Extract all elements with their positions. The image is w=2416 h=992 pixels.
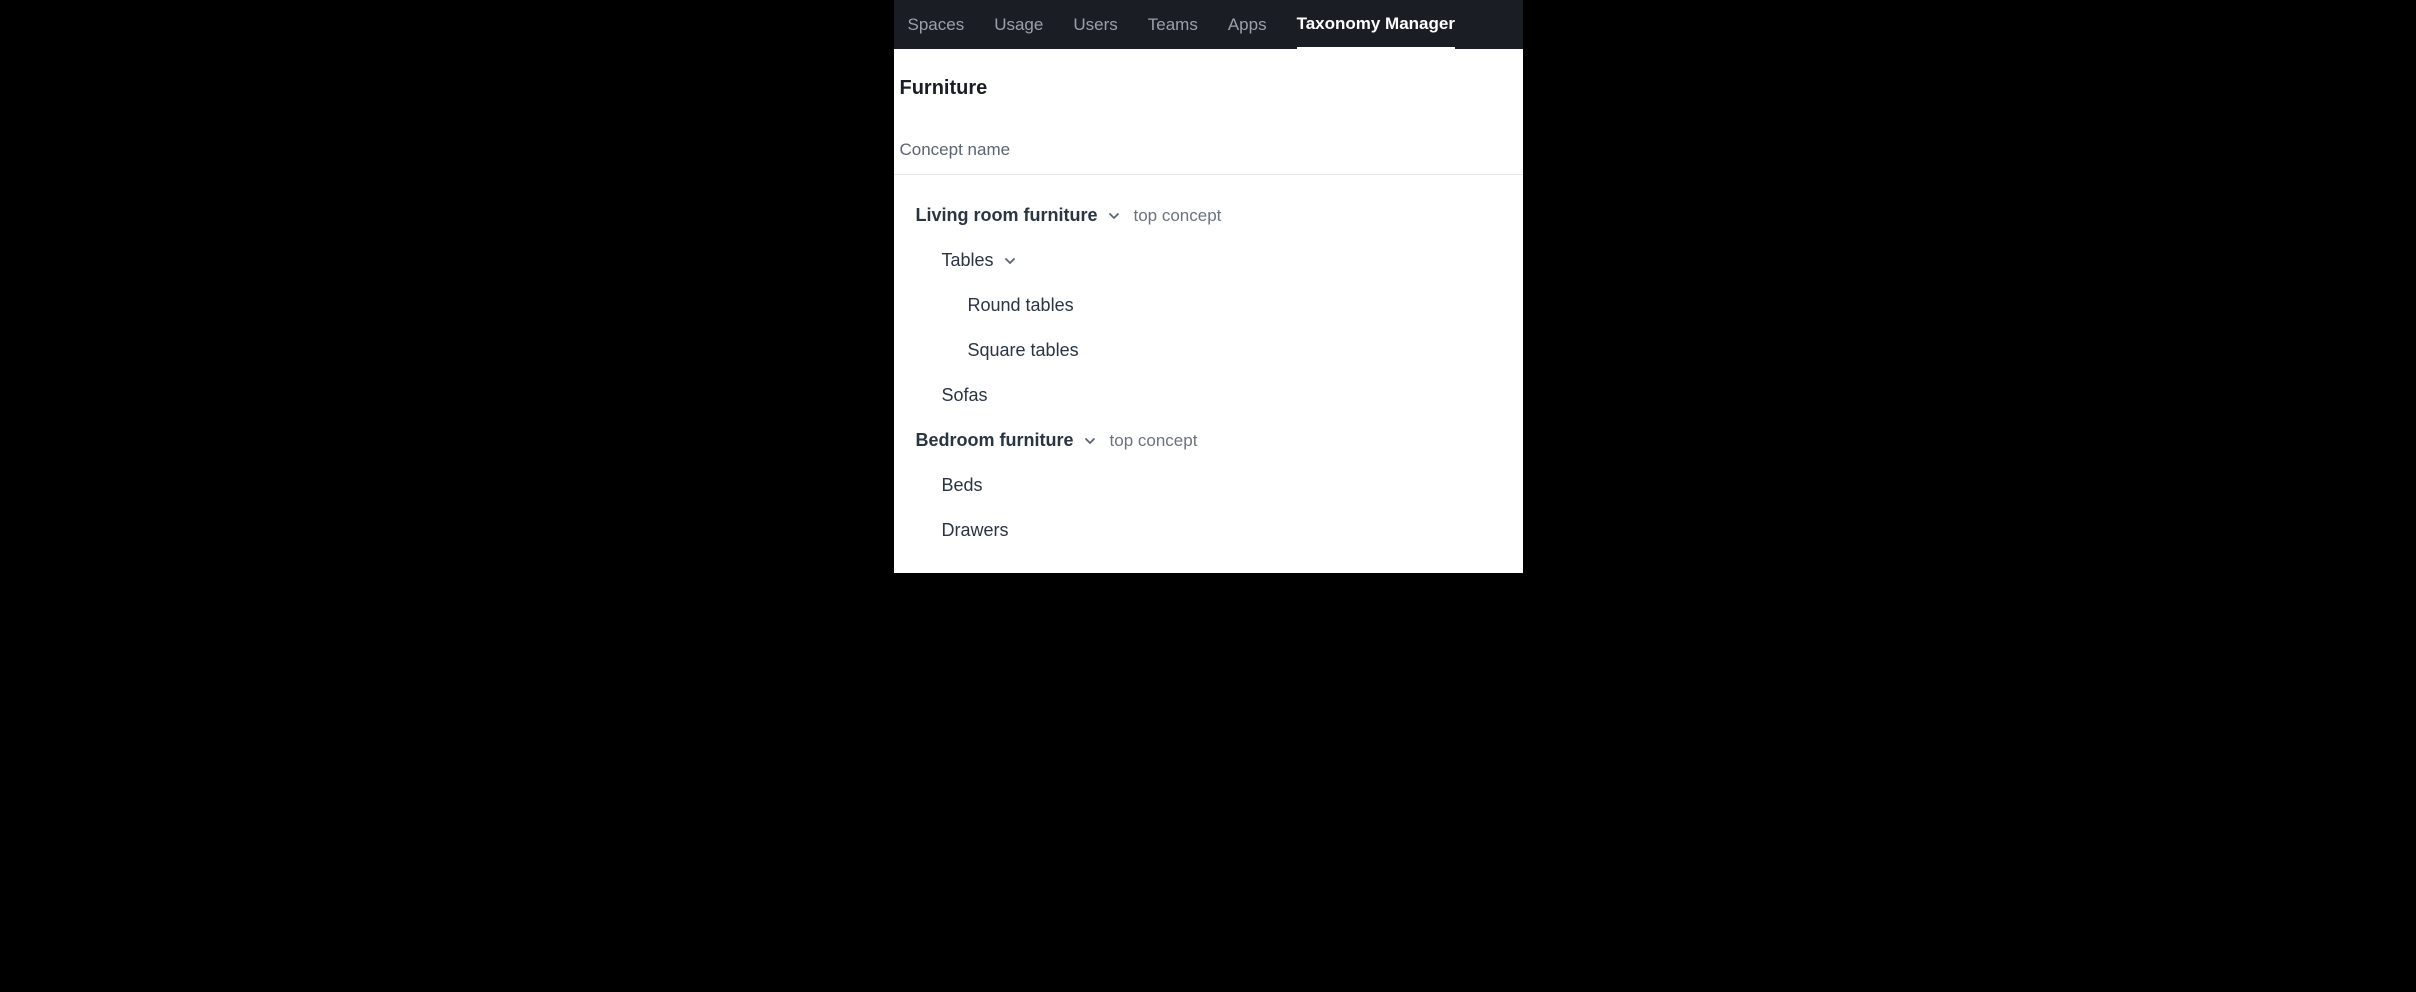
tree-node-label: Square tables: [968, 340, 1079, 361]
tree-node-label: Living room furniture: [916, 205, 1098, 226]
tree-node-label: Round tables: [968, 295, 1074, 316]
tree-node-bedroom-furniture[interactable]: Bedroom furniture top concept: [894, 418, 1523, 463]
chevron-down-icon[interactable]: [1106, 208, 1122, 224]
tree-node-round-tables[interactable]: Round tables: [894, 283, 1523, 328]
tree-node-label: Bedroom furniture: [916, 430, 1074, 451]
nav-bar: Spaces Usage Users Teams Apps Taxonomy M…: [894, 0, 1523, 49]
chevron-down-icon[interactable]: [1082, 433, 1098, 449]
concept-input-wrap: [894, 100, 1523, 175]
tree-node-drawers[interactable]: Drawers: [894, 508, 1523, 553]
tree-node-label: Tables: [942, 250, 994, 271]
tree-node-living-room-furniture[interactable]: Living room furniture top concept: [894, 193, 1523, 238]
nav-taxonomy-manager[interactable]: Taxonomy Manager: [1297, 0, 1455, 49]
tree-node-square-tables[interactable]: Square tables: [894, 328, 1523, 373]
tree-node-label: Sofas: [942, 385, 988, 406]
top-concept-badge: top concept: [1134, 206, 1222, 226]
nav-users[interactable]: Users: [1073, 0, 1117, 49]
concept-name-input[interactable]: [900, 140, 1517, 160]
nav-teams[interactable]: Teams: [1148, 0, 1198, 49]
tree-node-sofas[interactable]: Sofas: [894, 373, 1523, 418]
tree-node-label: Beds: [942, 475, 983, 496]
top-concept-badge: top concept: [1110, 431, 1198, 451]
tree-node-label: Drawers: [942, 520, 1009, 541]
nav-usage[interactable]: Usage: [994, 0, 1043, 49]
nav-spaces[interactable]: Spaces: [908, 0, 965, 49]
tree-node-tables[interactable]: Tables: [894, 238, 1523, 283]
chevron-down-icon[interactable]: [1002, 253, 1018, 269]
page-title: Furniture: [894, 49, 1523, 100]
tree-node-beds[interactable]: Beds: [894, 463, 1523, 508]
content-area: Furniture Living room furniture top conc…: [894, 49, 1523, 573]
nav-apps[interactable]: Apps: [1228, 0, 1267, 49]
concept-tree: Living room furniture top concept Tables…: [894, 175, 1523, 573]
